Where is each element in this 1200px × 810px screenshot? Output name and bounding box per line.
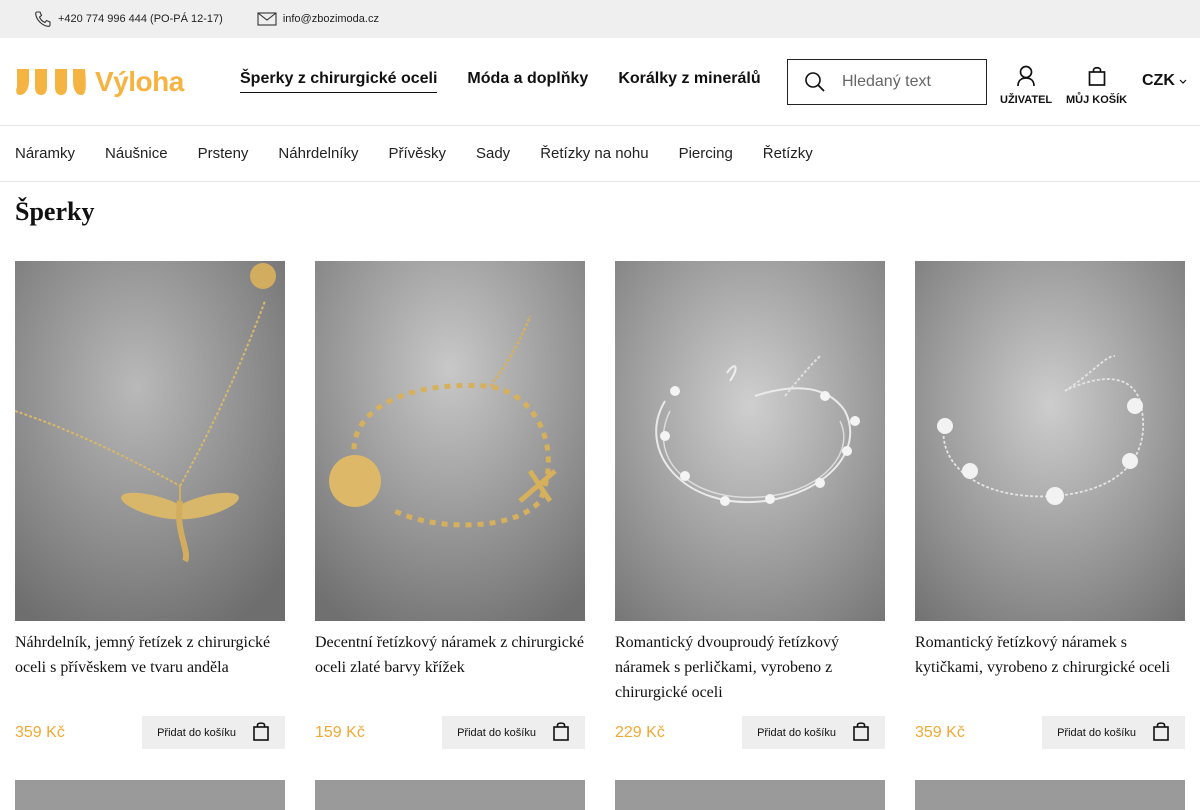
product-name[interactable]: Decentní řetízkový náramek z chirurgické…: [315, 630, 585, 716]
add-to-cart-label: Přidat do košíku: [757, 726, 836, 739]
product-name[interactable]: Romantický řetízkový náramek s kytičkami…: [915, 630, 1185, 716]
add-to-cart-label: Přidat do košíku: [157, 726, 236, 739]
search-input[interactable]: [842, 73, 972, 91]
category-link[interactable]: Prsteny: [198, 145, 249, 162]
nav-fashion[interactable]: Móda a doplňky: [467, 70, 588, 94]
category-link[interactable]: Náramky: [15, 145, 75, 162]
product-card: Romantický dvouproudý řetízkový náramek …: [615, 261, 885, 749]
product-image[interactable]: [15, 780, 285, 810]
category-link[interactable]: Řetízky: [763, 145, 813, 162]
add-to-cart-label: Přidat do košíku: [1057, 726, 1136, 739]
mail-icon: [257, 12, 277, 26]
product-image[interactable]: [315, 261, 585, 621]
product-name[interactable]: Náhrdelník, jemný řetízek z chirurgické …: [15, 630, 285, 716]
product-image[interactable]: [915, 780, 1185, 810]
logo-text: Výloha: [95, 65, 184, 97]
nav-mineral-beads[interactable]: Korálky z minerálů: [618, 70, 760, 94]
add-to-cart-button[interactable]: Přidat do košíku: [742, 716, 885, 749]
cart-button[interactable]: MŮJ KOŠÍK: [1066, 65, 1127, 106]
category-bar: Náramky Náušnice Prsteny Náhrdelníky Pří…: [0, 125, 1200, 182]
product-price: 229 Kč: [615, 723, 665, 741]
add-to-cart-button[interactable]: Přidat do košíku: [142, 716, 285, 749]
category-link[interactable]: Náušnice: [105, 145, 168, 162]
category-link[interactable]: Sady: [476, 145, 510, 162]
shopping-bag-icon: [1152, 721, 1170, 744]
page-title: Šperky: [15, 197, 95, 226]
email-contact[interactable]: info@zbozimoda.cz: [257, 12, 379, 26]
product-price: 159 Kč: [315, 723, 365, 741]
product-price: 359 Kč: [15, 723, 65, 741]
product-image[interactable]: [315, 780, 585, 810]
shopping-bag-icon: [252, 721, 270, 744]
add-to-cart-button[interactable]: Přidat do košíku: [1042, 716, 1185, 749]
shopping-bag-icon: [1087, 65, 1107, 90]
phone-icon: [34, 11, 52, 27]
user-account-button[interactable]: UŽIVATEL: [1000, 65, 1052, 106]
product-card: Náhrdelník, jemný řetízek z chirurgické …: [15, 261, 285, 749]
category-link[interactable]: Náhrdelníky: [278, 145, 358, 162]
currency-selector[interactable]: CZK: [1142, 72, 1187, 90]
chevron-down-icon: [1179, 72, 1187, 90]
user-label: UŽIVATEL: [1000, 94, 1053, 106]
top-contact-bar: +420 774 996 444 (PO-PÁ 12-17) info@zboz…: [0, 0, 1200, 38]
currency-value: CZK: [1142, 72, 1175, 89]
cart-label: MŮJ KOŠÍK: [1066, 94, 1128, 106]
add-to-cart-label: Přidat do košíku: [457, 726, 536, 739]
product-grid: Náhrdelník, jemný řetízek z chirurgické …: [15, 261, 1185, 749]
nav-jewelry-steel[interactable]: Šperky z chirurgické oceli: [240, 70, 438, 93]
shopping-bag-icon: [852, 721, 870, 744]
product-card: Romantický řetízkový náramek s kytičkami…: [915, 261, 1185, 749]
shopping-bag-icon: [552, 721, 570, 744]
phone-contact[interactable]: +420 774 996 444 (PO-PÁ 12-17): [34, 11, 223, 27]
product-image[interactable]: [615, 780, 885, 810]
add-to-cart-button[interactable]: Přidat do košíku: [442, 716, 585, 749]
main-navigation: Šperky z chirurgické oceli Móda a doplňk…: [240, 70, 761, 94]
search-box: [787, 59, 987, 105]
product-image[interactable]: [915, 261, 1185, 621]
user-icon: [1016, 65, 1036, 90]
site-logo[interactable]: Výloha: [15, 66, 240, 98]
email-address: info@zbozimoda.cz: [282, 13, 379, 25]
logo-mark-icon: [15, 67, 87, 97]
product-grid-next-row: [15, 780, 1185, 810]
product-price: 359 Kč: [915, 723, 965, 741]
product-card: Decentní řetízkový náramek z chirurgické…: [315, 261, 585, 749]
product-image[interactable]: [615, 261, 885, 621]
category-link[interactable]: Piercing: [679, 145, 733, 162]
category-link[interactable]: Řetízky na nohu: [540, 145, 648, 162]
category-link[interactable]: Přívěsky: [388, 145, 446, 162]
search-icon[interactable]: [788, 71, 842, 93]
phone-number: +420 774 996 444 (PO-PÁ 12-17): [58, 13, 223, 25]
product-image[interactable]: [15, 261, 285, 621]
product-name[interactable]: Romantický dvouproudý řetízkový náramek …: [615, 630, 885, 716]
site-header: Výloha Šperky z chirurgické oceli Móda a…: [0, 38, 1200, 125]
